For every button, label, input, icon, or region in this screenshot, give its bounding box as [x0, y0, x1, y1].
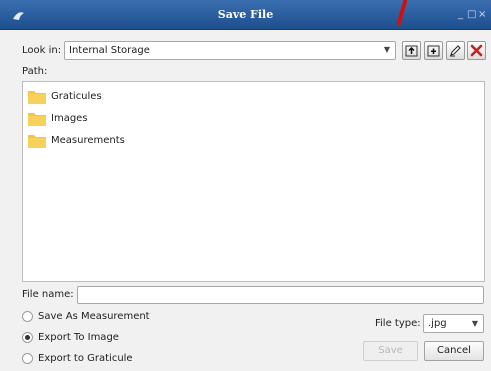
radio-label: Export To Image [38, 332, 119, 343]
look-in-combo[interactable]: Internal Storage ▼ [64, 41, 396, 60]
new-folder-icon [427, 45, 440, 57]
folder-name: Graticules [51, 91, 102, 102]
file-type-label: File type: [375, 318, 421, 329]
radio-label: Export to Graticule [38, 353, 133, 364]
radio-button[interactable] [22, 332, 33, 343]
file-type-value: .jpg [428, 318, 447, 329]
radio-save-as-measurement[interactable]: Save As Measurement [22, 310, 202, 324]
up-folder-button[interactable] [402, 41, 421, 60]
look-in-label: Look in: [22, 45, 62, 56]
look-in-value: Internal Storage [69, 45, 150, 56]
chevron-down-icon: ▼ [383, 45, 390, 54]
file-name-field[interactable] [77, 286, 484, 304]
folder-icon [28, 135, 46, 148]
title-bar: Save File _ □ × [0, 0, 491, 30]
file-list[interactable]: Graticules Images Measurements [22, 81, 485, 282]
save-button[interactable]: Save [363, 341, 418, 361]
list-item-folder[interactable]: Images [28, 110, 228, 128]
radio-button[interactable] [22, 311, 33, 322]
minimize-button[interactable]: _ [458, 9, 463, 21]
close-button[interactable]: × [478, 9, 486, 21]
list-item-folder[interactable]: Measurements [28, 132, 228, 150]
window-title: Save File [217, 8, 274, 21]
path-label: Path: [22, 66, 48, 77]
file-name-label: File name: [22, 289, 74, 300]
radio-button[interactable] [22, 353, 33, 364]
folder-icon [28, 113, 46, 126]
chevron-down-icon: ▼ [471, 319, 478, 328]
new-folder-button[interactable] [424, 41, 443, 60]
folder-name: Measurements [51, 135, 125, 146]
folder-icon [28, 91, 46, 104]
folder-name: Images [51, 113, 88, 124]
radio-export-to-graticule[interactable]: Export to Graticule [22, 352, 202, 366]
maximize-button[interactable]: □ [467, 9, 476, 21]
delete-button[interactable] [467, 41, 486, 60]
list-item-folder[interactable]: Graticules [28, 88, 228, 106]
radio-label: Save As Measurement [38, 311, 150, 322]
up-folder-icon [405, 45, 418, 57]
radio-export-to-image[interactable]: Export To Image [22, 331, 202, 345]
file-type-select[interactable]: .jpg ▼ [423, 314, 484, 333]
rename-button[interactable] [446, 41, 465, 60]
rename-pencil-icon [450, 45, 461, 57]
cancel-button[interactable]: Cancel [424, 341, 484, 361]
delete-x-icon [470, 44, 483, 57]
